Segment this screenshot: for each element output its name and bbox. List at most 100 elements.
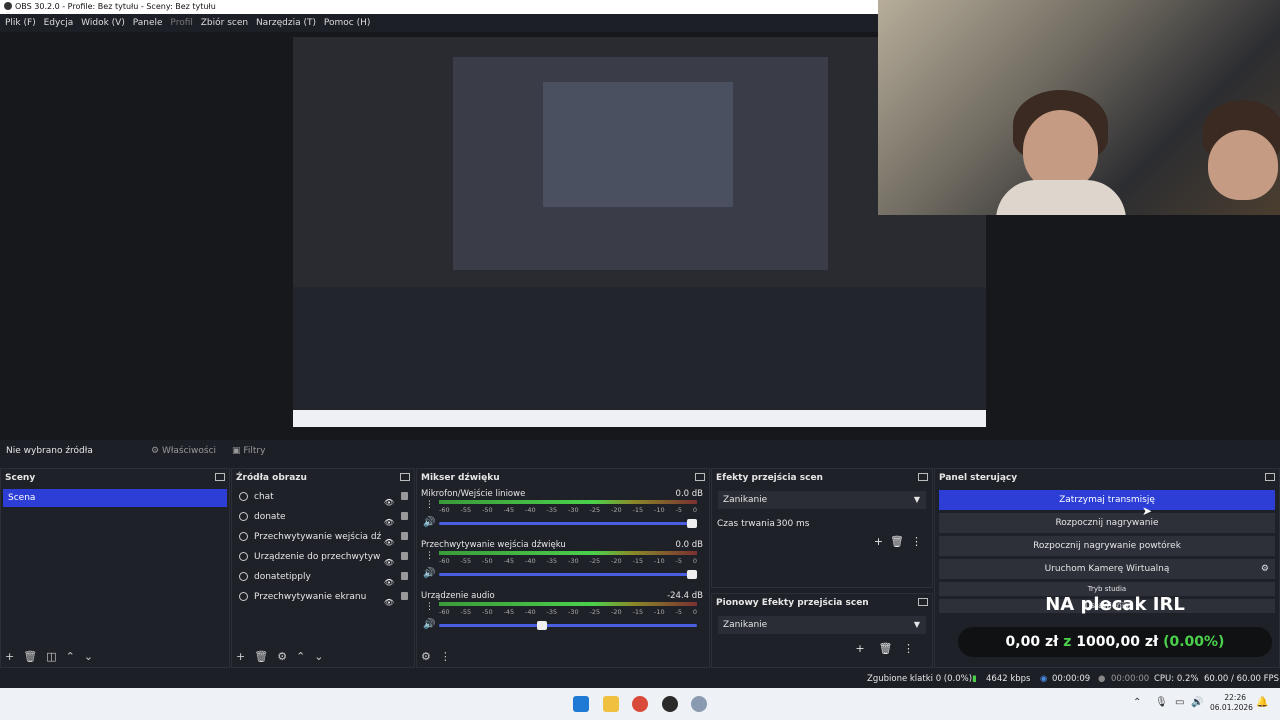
visibility-eye-icon[interactable]: 👁 (384, 593, 394, 613)
donation-goal-title: NA plecak IRL (1045, 594, 1185, 615)
tray-chevron-icon[interactable]: ⌃ (1133, 697, 1141, 708)
source-item[interactable]: Przechwytywanie wejścia dź 👁 (232, 527, 414, 547)
volume-slider[interactable] (439, 519, 697, 528)
remove-transition-button[interactable]: 🗑 (890, 535, 904, 548)
windows-start-icon[interactable] (573, 696, 589, 712)
add-transition-button[interactable]: + (855, 642, 864, 655)
add-scene-button[interactable]: + (5, 650, 14, 663)
person-face (1023, 110, 1098, 190)
mixer-menu-button[interactable]: ⋮ (440, 650, 451, 663)
stream-time: 00:00:09 (1052, 674, 1091, 684)
mixer-channel: Urządzenie audio -24.4 dB ⋮ -60 -55 -50 -45 -40… (417, 589, 709, 640)
lock-icon[interactable] (401, 552, 408, 560)
sources-toolbar: + 🗑 ⚙ ⌃ ⌄ (236, 650, 333, 663)
lock-icon[interactable] (401, 572, 408, 580)
record-icon: ● (1098, 674, 1106, 684)
person2-face (1208, 130, 1278, 200)
vertical-transition-select[interactable]: Zanikanie ▼ (718, 616, 926, 634)
start-recording-button[interactable]: Rozpocznij nagrywanie (939, 513, 1275, 533)
stop-stream-button[interactable]: Zatrzymaj transmisję (939, 490, 1275, 510)
duration-input[interactable]: 300 ms (776, 513, 810, 535)
dock-float-icon[interactable] (695, 473, 705, 481)
menu-scene-collection[interactable]: Zbiór scen (201, 18, 248, 28)
channel-name: Urządzenie audio (421, 591, 495, 601)
dock-float-icon[interactable] (400, 473, 410, 481)
lock-icon[interactable] (401, 592, 408, 600)
meter-tick: -5 (675, 506, 682, 514)
move-up-button[interactable]: ⌃ (66, 650, 75, 663)
virtual-camera-button[interactable]: Uruchom Kamerę Wirtualną ⚙ (939, 559, 1275, 579)
speaker-icon[interactable]: 🔊 (423, 517, 435, 528)
source-item[interactable]: donatetipply 👁 (232, 567, 414, 587)
source-status-row: Nie wybrano źródła ⚙ Właściwości ▣ Filtr… (0, 440, 1280, 462)
dock-float-icon[interactable] (918, 473, 928, 481)
remove-source-button[interactable]: 🗑 (254, 650, 268, 663)
mic-tray-icon[interactable]: 🎙 (1155, 697, 1168, 708)
lock-icon[interactable] (401, 492, 408, 500)
network-icon[interactable]: ▭ (1175, 697, 1184, 708)
volume-knob[interactable] (537, 621, 548, 630)
notification-icon[interactable]: 🔔 (1256, 697, 1268, 708)
vertical-transition-toolbar: + 🗑 ⋮ (855, 642, 914, 655)
meter-tick: -40 (525, 557, 536, 565)
move-down-button[interactable]: ⌄ (84, 650, 93, 663)
level-meter (439, 500, 697, 504)
menu-file[interactable]: Plik (F) (5, 18, 36, 28)
advanced-audio-button[interactable]: ⚙ (421, 650, 431, 663)
channel-menu-icon[interactable]: ⋮ (425, 602, 434, 612)
bitrate: 4642 kbps (986, 674, 1031, 684)
volume-icon[interactable]: 🔊 (1191, 697, 1203, 708)
menu-help[interactable]: Pomoc (H) (324, 18, 371, 28)
lock-icon[interactable] (401, 532, 408, 540)
menu-view[interactable]: Widok (V) (81, 18, 125, 28)
speaker-icon[interactable]: 🔊 (423, 619, 435, 630)
clock[interactable]: 22:26 06.01.2026 (1210, 693, 1253, 713)
move-up-button[interactable]: ⌃ (296, 650, 305, 663)
sources-dock-header: Źródła obrazu (232, 469, 414, 487)
dock-float-icon[interactable] (1265, 473, 1275, 481)
channel-name: Mikrofon/Wejście liniowe (421, 489, 526, 499)
gear-icon[interactable]: ⚙ (1261, 559, 1269, 579)
volume-slider[interactable] (439, 621, 697, 630)
scenes-dock: Sceny Scena + 🗑 ◫ ⌃ ⌄ (0, 468, 230, 668)
volume-knob[interactable] (687, 519, 697, 528)
add-source-button[interactable]: + (236, 650, 245, 663)
volume-knob[interactable] (687, 570, 697, 579)
source-item[interactable]: chat 👁 (232, 487, 414, 507)
menu-edit[interactable]: Edycja (44, 18, 74, 28)
transition-select[interactable]: Zanikanie ▼ (718, 491, 926, 509)
transition-menu-button[interactable]: ⋮ (903, 642, 914, 655)
filters-button[interactable]: ▣ Filtry (232, 440, 265, 462)
remove-transition-button[interactable]: 🗑 (879, 642, 893, 655)
menu-profile[interactable]: Profil (170, 18, 192, 28)
channel-menu-icon[interactable]: ⋮ (425, 500, 434, 510)
source-settings-button[interactable]: ⚙ (277, 650, 287, 663)
dock-float-icon[interactable] (918, 598, 928, 606)
obs-icon[interactable] (662, 696, 678, 712)
meter-tick: -45 (503, 557, 515, 565)
file-explorer-icon[interactable] (603, 696, 619, 712)
scene-item[interactable]: Scena (3, 489, 227, 507)
meter-tick: -20 (611, 608, 622, 616)
meter-tick: -35 (546, 608, 558, 616)
start-replay-button[interactable]: Rozpocznij nagrywanie powtórek (939, 536, 1275, 556)
dock-float-icon[interactable] (215, 473, 225, 481)
volume-slider[interactable] (439, 570, 697, 579)
source-item[interactable]: Przechwytywanie ekranu 👁 (232, 587, 414, 607)
transition-menu-button[interactable]: ⋮ (911, 535, 922, 548)
lock-icon[interactable] (401, 512, 408, 520)
move-down-button[interactable]: ⌄ (314, 650, 323, 663)
source-item[interactable]: donate 👁 (232, 507, 414, 527)
chrome-icon[interactable] (632, 696, 648, 712)
settings-icon[interactable] (691, 696, 707, 712)
source-item[interactable]: Urządzenie do przechwytyw 👁 (232, 547, 414, 567)
speaker-icon[interactable]: 🔊 (423, 568, 435, 579)
channel-menu-icon[interactable]: ⋮ (425, 551, 434, 561)
scene-filters-button[interactable]: ◫ (46, 650, 56, 663)
menu-docks[interactable]: Panele (133, 18, 163, 28)
remove-scene-button[interactable]: 🗑 (23, 650, 37, 663)
add-transition-button[interactable]: + (874, 535, 883, 548)
menu-tools[interactable]: Narzędzia (T) (256, 18, 316, 28)
properties-button[interactable]: ⚙ Właściwości (151, 440, 216, 462)
mixer-channel: Mikrofon/Wejście liniowe 0.0 dB ⋮ -60 -55 -50… (417, 487, 709, 538)
